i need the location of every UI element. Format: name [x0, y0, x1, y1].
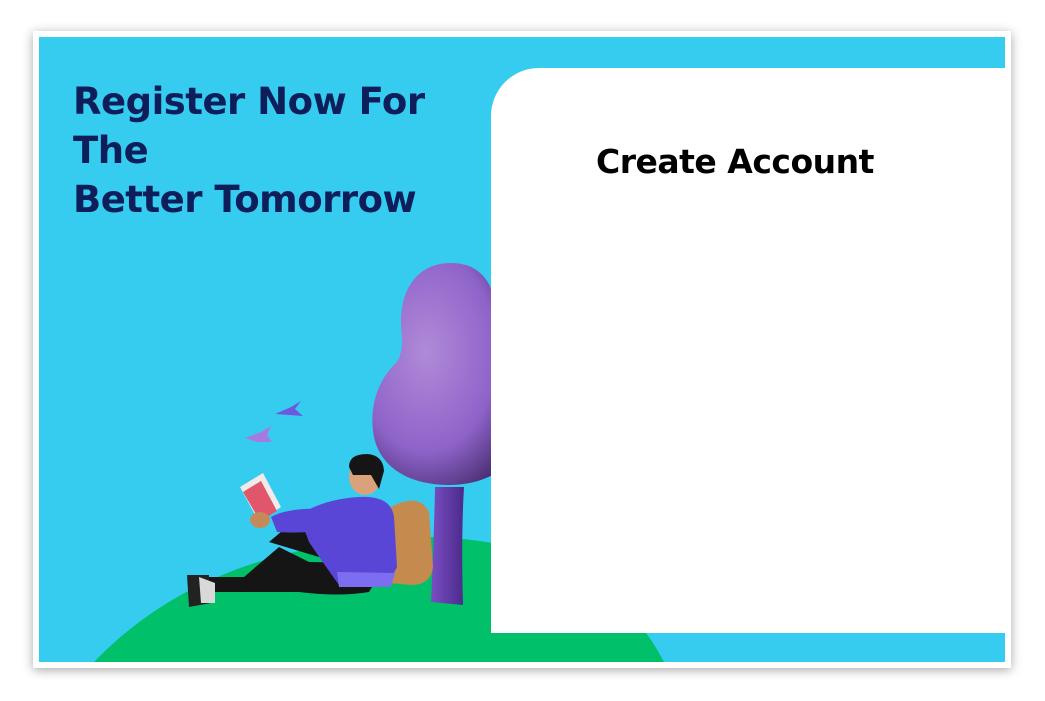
registration-card: Register Now For The Better Tomorrow Cre… — [33, 31, 1011, 668]
form-panel: Create Account — [491, 68, 1005, 633]
hero-panel: Register Now For The Better Tomorrow Cre… — [39, 37, 1005, 662]
create-account-title: Create Account — [596, 142, 874, 181]
bird-icon — [245, 401, 303, 442]
